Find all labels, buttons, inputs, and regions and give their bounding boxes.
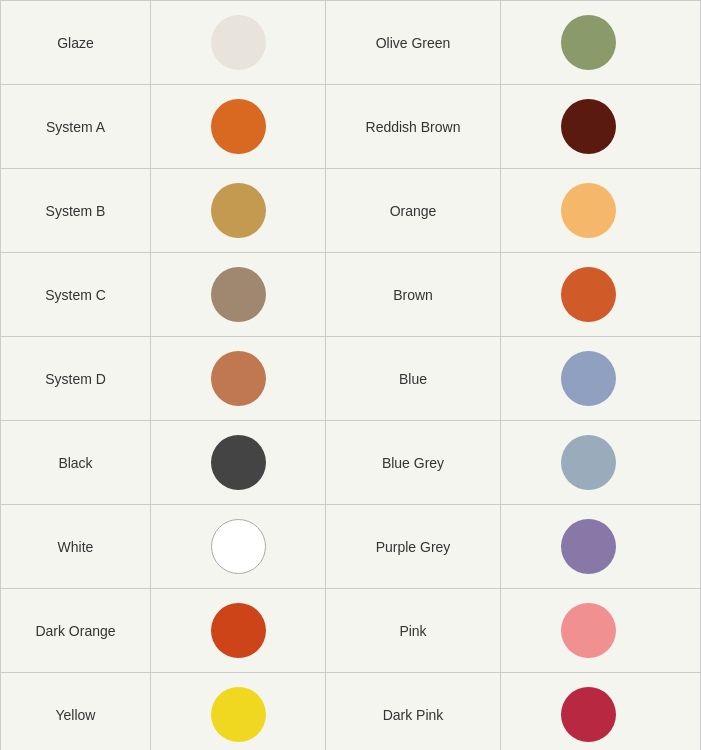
- right-label: Olive Green: [326, 1, 501, 84]
- left-swatch: [151, 505, 326, 588]
- color-table: GlazeOlive GreenSystem AReddish BrownSys…: [0, 0, 701, 750]
- table-row: System A Reddish Brown: [1, 85, 700, 169]
- table-row: System B Orange: [1, 169, 700, 253]
- right-swatch: [501, 169, 676, 252]
- table-row: White Purple Grey: [1, 505, 700, 589]
- left-swatch: [151, 421, 326, 504]
- left-label: Black: [1, 421, 151, 504]
- right-label: Dark Pink: [326, 673, 501, 750]
- left-swatch: [151, 85, 326, 168]
- table-row: Glaze Olive Green: [1, 1, 700, 85]
- left-swatch: [151, 337, 326, 420]
- table-row: Dark Orange Pink: [1, 589, 700, 673]
- left-swatch: [151, 253, 326, 336]
- left-label: White: [1, 505, 151, 588]
- right-swatch: [501, 1, 676, 84]
- left-label: System C: [1, 253, 151, 336]
- right-swatch: [501, 253, 676, 336]
- right-label: Blue: [326, 337, 501, 420]
- right-swatch: [501, 673, 676, 750]
- right-swatch: [501, 589, 676, 672]
- left-swatch: [151, 589, 326, 672]
- right-label: Blue Grey: [326, 421, 501, 504]
- left-label: Dark Orange: [1, 589, 151, 672]
- right-swatch: [501, 337, 676, 420]
- table-row: System D Blue: [1, 337, 700, 421]
- right-label: Purple Grey: [326, 505, 501, 588]
- right-label: Brown: [326, 253, 501, 336]
- left-label: System B: [1, 169, 151, 252]
- left-label: Glaze: [1, 1, 151, 84]
- right-swatch: [501, 85, 676, 168]
- left-label: Yellow: [1, 673, 151, 750]
- left-label: System A: [1, 85, 151, 168]
- left-label: System D: [1, 337, 151, 420]
- right-label: Orange: [326, 169, 501, 252]
- table-row: Yellow Dark Pink: [1, 673, 700, 750]
- right-swatch: [501, 421, 676, 504]
- right-label: Reddish Brown: [326, 85, 501, 168]
- left-swatch: [151, 169, 326, 252]
- table-row: System C Brown: [1, 253, 700, 337]
- right-label: Pink: [326, 589, 501, 672]
- right-swatch: [501, 505, 676, 588]
- table-row: Black Blue Grey: [1, 421, 700, 505]
- left-swatch: [151, 673, 326, 750]
- left-swatch: [151, 1, 326, 84]
